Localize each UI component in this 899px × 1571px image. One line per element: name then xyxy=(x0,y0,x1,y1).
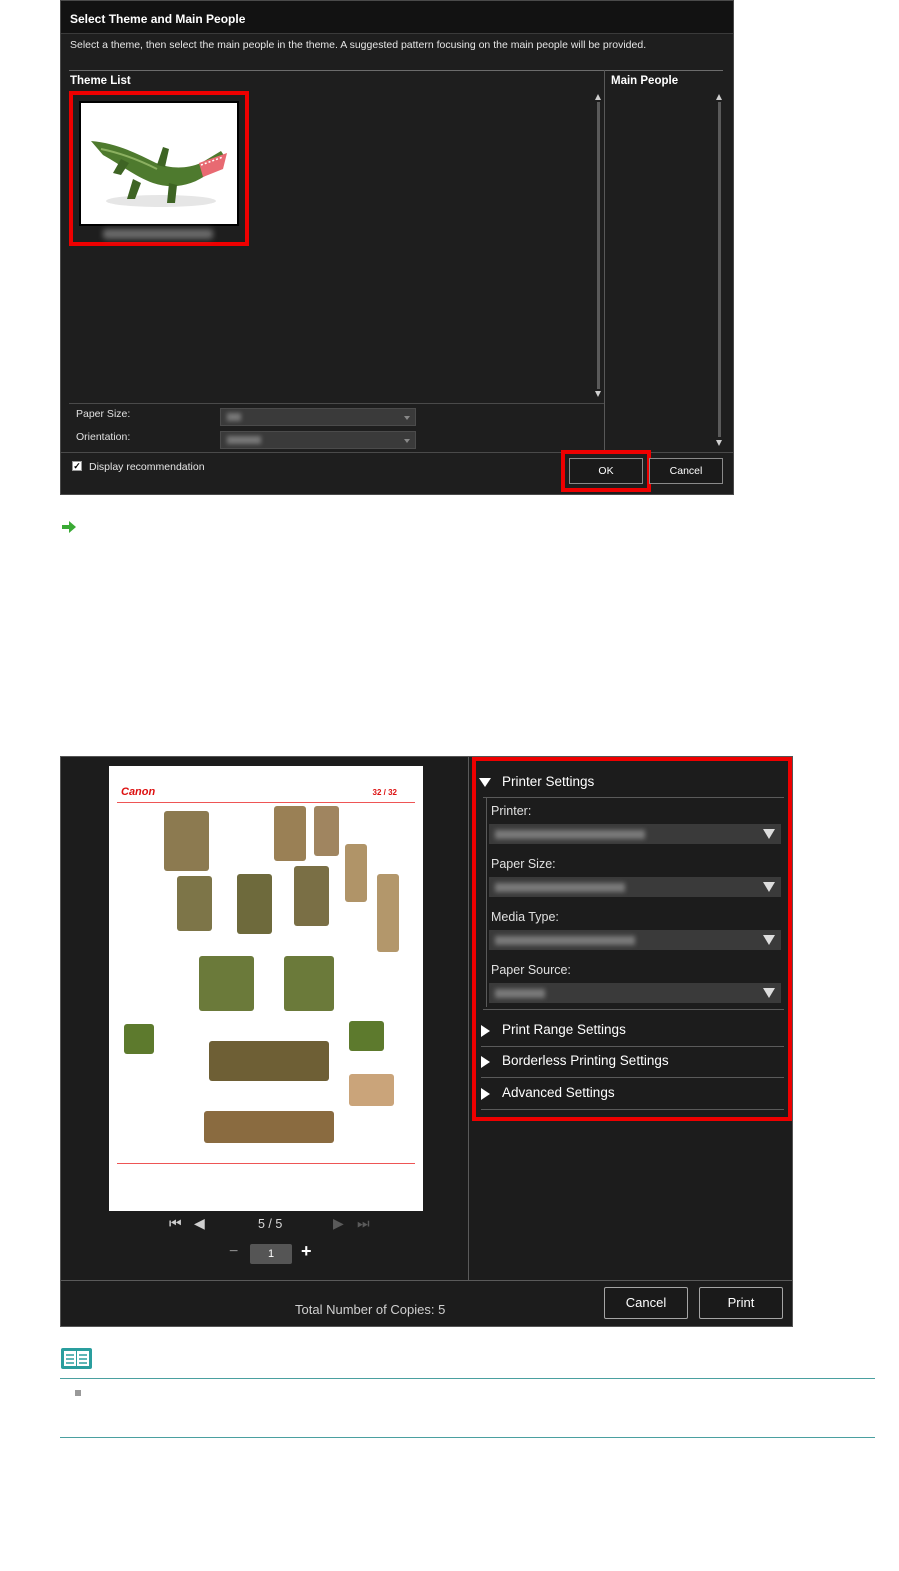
media-type-select[interactable] xyxy=(489,930,781,950)
dialog-title: Select Theme and Main People xyxy=(61,1,733,34)
collapsed-icon[interactable] xyxy=(481,1056,490,1068)
expanded-icon[interactable] xyxy=(479,778,491,787)
printer-label: Printer: xyxy=(491,804,532,818)
total-copies-value: 5 xyxy=(438,1302,446,1317)
paper-source-label: Paper Source: xyxy=(491,963,571,977)
theme-name-caption xyxy=(103,229,213,239)
preview-page-indicator: 32 / 32 xyxy=(372,788,397,797)
chevron-down-icon xyxy=(404,439,410,443)
borderless-printing-settings-header[interactable]: Borderless Printing Settings xyxy=(502,1053,669,1068)
scroll-up-icon[interactable] xyxy=(595,94,601,100)
dialog-instructions: Select a theme, then select the main peo… xyxy=(70,39,647,51)
footer-divider xyxy=(61,1280,792,1281)
papercraft-piece xyxy=(177,876,212,931)
total-copies: Total Number of Copies: 5 xyxy=(295,1302,445,1317)
paper-size-select[interactable] xyxy=(489,877,781,897)
canon-logo: Canon xyxy=(121,786,156,798)
note-bottom-rule xyxy=(60,1437,875,1438)
select-theme-dialog: Select Theme and Main People Select a th… xyxy=(60,0,734,495)
papercraft-piece xyxy=(284,956,334,1011)
pane-divider xyxy=(604,70,605,452)
copies-input[interactable]: 1 xyxy=(250,1244,292,1264)
paper-size-select[interactable] xyxy=(220,408,416,426)
scroll-up-icon[interactable] xyxy=(716,94,722,100)
theme-thumbnail xyxy=(79,101,239,226)
papercraft-piece xyxy=(237,874,272,934)
papercraft-piece xyxy=(314,806,339,856)
chevron-down-icon xyxy=(763,935,775,945)
scroll-down-icon[interactable] xyxy=(595,391,601,397)
main-people-heading: Main People xyxy=(611,75,679,87)
papercraft-piece xyxy=(124,1024,154,1054)
header-divider xyxy=(69,70,723,71)
collapsed-icon[interactable] xyxy=(481,1025,490,1037)
last-page-icon[interactable]: ⏭ xyxy=(357,1215,370,1232)
note-bullet xyxy=(75,1390,81,1396)
orientation-select[interactable] xyxy=(220,431,416,449)
first-page-icon[interactable]: ⏮ xyxy=(169,1215,182,1232)
panel-divider xyxy=(468,757,469,1280)
paper-source-select[interactable] xyxy=(489,983,781,1003)
note-book-icon xyxy=(61,1348,92,1369)
papercraft-piece xyxy=(349,1074,394,1106)
main-people-scrollbar[interactable] xyxy=(718,102,721,437)
chevron-down-icon xyxy=(763,988,775,998)
chevron-down-icon xyxy=(763,882,775,892)
papercraft-piece xyxy=(349,1021,384,1051)
ok-button[interactable]: OK xyxy=(569,458,643,484)
link-arrow-icon[interactable] xyxy=(61,520,77,534)
orientation-label: Orientation: xyxy=(76,431,131,443)
paper-size-label: Paper Size: xyxy=(491,857,556,871)
printer-select[interactable] xyxy=(489,824,781,844)
paper-size-label: Paper Size: xyxy=(76,408,131,420)
media-type-label: Media Type: xyxy=(491,910,559,924)
printer-settings-header[interactable]: Printer Settings xyxy=(502,774,594,789)
papercraft-piece xyxy=(199,956,254,1011)
display-recommendation-checkbox[interactable]: ✓ xyxy=(72,461,82,471)
theme-item-selected[interactable] xyxy=(69,91,249,246)
print-button[interactable]: Print xyxy=(699,1287,783,1319)
previous-page-icon[interactable]: ◀ xyxy=(194,1215,205,1232)
papercraft-piece xyxy=(164,811,209,871)
display-recommendation-label: Display recommendation xyxy=(89,461,205,473)
theme-list-scrollbar[interactable] xyxy=(597,102,600,389)
scroll-down-icon[interactable] xyxy=(716,440,722,446)
collapsed-icon[interactable] xyxy=(481,1088,490,1100)
fields-divider xyxy=(69,403,604,404)
cancel-button[interactable]: Cancel xyxy=(649,458,723,484)
crocodile-icon xyxy=(91,141,227,207)
papercraft-piece xyxy=(294,866,329,926)
papercraft-piece xyxy=(345,844,367,902)
papercraft-piece xyxy=(209,1041,329,1081)
papercraft-piece xyxy=(274,806,306,861)
papercraft-piece xyxy=(204,1111,334,1143)
cancel-button[interactable]: Cancel xyxy=(604,1287,688,1319)
print-range-settings-header[interactable]: Print Range Settings xyxy=(502,1022,626,1037)
increase-copies-icon[interactable]: + xyxy=(301,1241,312,1262)
total-copies-label: Total Number of Copies: xyxy=(295,1302,435,1317)
decrease-copies-icon[interactable]: − xyxy=(229,1243,238,1261)
next-page-icon[interactable]: ▶ xyxy=(333,1215,344,1232)
print-preview: Canon 32 / 32 xyxy=(109,766,423,1211)
chevron-down-icon xyxy=(763,829,775,839)
note-top-rule xyxy=(60,1378,875,1379)
theme-list-heading: Theme List xyxy=(70,75,131,87)
advanced-settings-header[interactable]: Advanced Settings xyxy=(502,1085,615,1100)
papercraft-piece xyxy=(377,874,399,952)
print-settings-dialog: Canon 32 / 32 ⏮ ◀ 5 / 5 ▶ ⏭ − 1 + Printe… xyxy=(60,756,793,1327)
chevron-down-icon xyxy=(404,416,410,420)
page-counter: 5 / 5 xyxy=(258,1217,283,1231)
